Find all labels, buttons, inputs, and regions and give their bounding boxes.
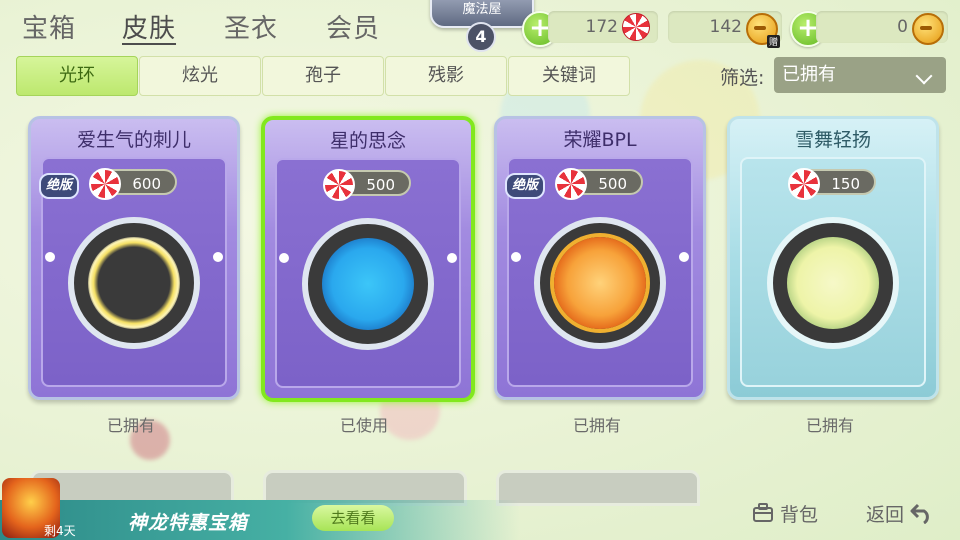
skin-card[interactable]: 荣耀BPL 绝版 500 <box>494 116 706 400</box>
gold-balance: 0 <box>816 11 948 45</box>
gold-value: 0 <box>897 17 908 37</box>
coin-balance: 142 赠 <box>668 11 782 48</box>
skin-price: 500 <box>323 169 411 201</box>
tab-membership[interactable]: 会员 <box>326 8 380 45</box>
decor-dot <box>279 253 289 263</box>
skin-status: 已拥有 <box>805 416 854 435</box>
skin-price: 600 <box>89 168 177 200</box>
gift-badge: 赠 <box>766 35 780 48</box>
magic-house-level-badge: 4 <box>466 22 496 52</box>
decor-dot <box>511 252 521 262</box>
halo-core <box>554 237 646 329</box>
candy-icon <box>622 13 650 41</box>
skin-card[interactable]: 星的思念 500 <box>261 116 475 402</box>
skin-status: 已拥有 <box>572 416 621 435</box>
back-button[interactable]: 返回 <box>866 500 940 529</box>
skin-card-title: 荣耀BPL <box>563 129 637 151</box>
promo-days-left: 剩4天 <box>44 524 76 538</box>
filter-label: 筛选: <box>720 67 765 89</box>
halo-core <box>322 238 414 330</box>
skin-card[interactable]: 雪舞轻扬 150 <box>727 116 939 400</box>
decor-dot <box>45 252 55 262</box>
halo-preview <box>68 217 200 349</box>
chevron-down-icon <box>915 67 933 85</box>
halo-core <box>787 237 879 329</box>
subtab-keyword[interactable]: 关键词 <box>508 56 630 96</box>
promo-title: 神龙特惠宝箱 <box>128 512 249 534</box>
halo-core <box>88 237 180 329</box>
backpack-label: 背包 <box>780 504 819 526</box>
subtab-glow[interactable]: 炫光 <box>139 56 261 96</box>
skin-card-title: 雪舞轻扬 <box>794 129 871 151</box>
skin-price: 500 <box>555 168 643 200</box>
magic-house-label: 魔法屋 <box>462 2 502 17</box>
filter-selected-value: 已拥有 <box>782 64 836 85</box>
candy-icon <box>323 169 355 201</box>
limited-edition-badge: 绝版 <box>505 173 545 199</box>
skin-price-value: 500 <box>598 175 627 193</box>
candy-icon <box>555 168 587 200</box>
tab-chest[interactable]: 宝箱 <box>22 8 76 45</box>
tab-armor[interactable]: 圣衣 <box>224 8 278 45</box>
skin-status: 已拥有 <box>106 416 155 435</box>
skin-price-value: 150 <box>831 175 860 193</box>
coin-value: 142 <box>709 17 742 37</box>
filter-dropdown[interactable]: 已拥有 <box>774 57 946 93</box>
promo-view-button[interactable]: 去看看 <box>312 505 394 531</box>
skin-card-title: 爱生气的刺儿 <box>76 129 191 151</box>
decor-dot <box>213 252 223 262</box>
subtab-spore[interactable]: 孢子 <box>262 56 384 96</box>
candy-icon <box>89 168 121 200</box>
skin-price: 150 <box>788 168 876 200</box>
back-label: 返回 <box>866 504 905 526</box>
subtab-afterimage[interactable]: 残影 <box>385 56 507 96</box>
backpack-button[interactable]: 背包 <box>752 500 818 528</box>
halo-preview <box>767 217 899 349</box>
halo-preview <box>302 218 434 350</box>
gold-icon <box>912 13 944 45</box>
candy-balance: 172 <box>548 11 658 43</box>
candy-value: 172 <box>585 17 618 37</box>
skin-price-value: 500 <box>366 176 395 194</box>
decor-dot <box>679 252 689 262</box>
skin-price-value: 600 <box>132 175 161 193</box>
skin-status: 已使用 <box>339 416 388 435</box>
halo-preview <box>534 217 666 349</box>
limited-edition-badge: 绝版 <box>39 173 79 199</box>
promo-banner <box>0 500 520 540</box>
skin-card-title: 星的思念 <box>329 130 406 152</box>
skin-card[interactable]: 爱生气的刺儿 绝版 600 <box>28 116 240 400</box>
backpack-icon <box>752 503 774 528</box>
back-arrow-icon <box>910 502 934 529</box>
candy-icon <box>788 168 820 200</box>
subtab-halo[interactable]: 光环 <box>16 56 138 96</box>
tab-skins[interactable]: 皮肤 <box>122 8 176 45</box>
decor-dot <box>447 253 457 263</box>
skin-card-partial[interactable] <box>496 470 700 506</box>
